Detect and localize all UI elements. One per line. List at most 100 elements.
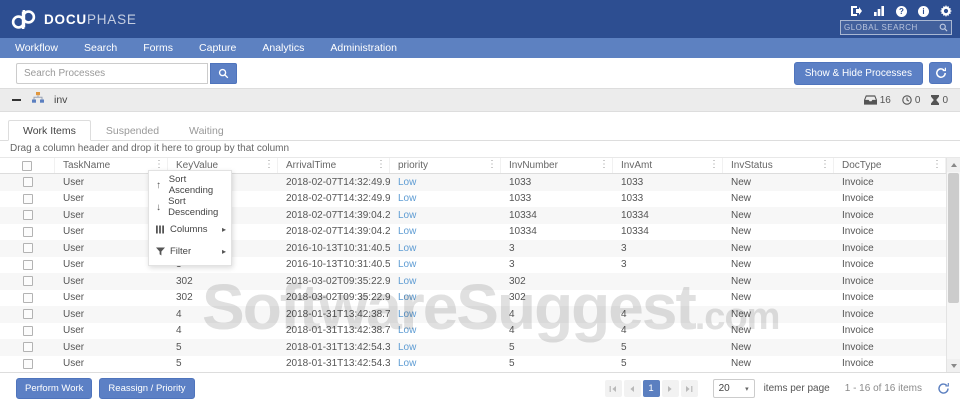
grid-refresh-icon[interactable] bbox=[937, 382, 950, 395]
page-number-button[interactable]: 1 bbox=[642, 380, 660, 397]
cell-priority-link[interactable]: Low bbox=[390, 358, 501, 369]
reassign-priority-button[interactable]: Reassign / Priority bbox=[99, 378, 195, 399]
cell-priority-link[interactable]: Low bbox=[390, 193, 501, 204]
column-menu-icon[interactable]: ⋮ bbox=[154, 159, 164, 170]
cell-invnumber: 1033 bbox=[509, 193, 532, 205]
cell-priority-link[interactable]: Low bbox=[390, 292, 501, 303]
nav-item[interactable]: Workflow bbox=[2, 38, 71, 58]
cell-arrivaltime: 2018-02-07T14:32:49.967 bbox=[286, 193, 390, 205]
cell-priority-link[interactable]: Low bbox=[390, 342, 501, 353]
column-menu-icon[interactable]: ⋮ bbox=[599, 159, 609, 170]
table-row[interactable]: User 2018-02-07T14:32:49.967 Low 1033 10… bbox=[0, 174, 946, 191]
row-checkbox[interactable] bbox=[22, 259, 33, 270]
column-header-label: InvNumber bbox=[509, 160, 558, 171]
select-all-checkbox[interactable] bbox=[22, 160, 32, 171]
table-row[interactable]: User 2016-10-13T10:31:40.583 Low 3 3 New… bbox=[0, 240, 946, 257]
column-menu-icon[interactable]: ⋮ bbox=[376, 159, 386, 170]
show-hide-processes-button[interactable]: Show & Hide Processes bbox=[793, 61, 923, 85]
settings-gear-icon[interactable] bbox=[940, 5, 952, 17]
row-checkbox[interactable] bbox=[22, 243, 33, 254]
column-menu-icon[interactable]: ⋮ bbox=[932, 159, 942, 170]
column-header[interactable]: InvNumber ⋮ bbox=[501, 158, 613, 173]
menu-item-sort-ascending[interactable]: ↑ Sort Ascending bbox=[149, 174, 231, 196]
row-checkbox[interactable] bbox=[22, 226, 33, 237]
nav-item[interactable]: Forms bbox=[130, 38, 186, 58]
process-group-name[interactable]: inv bbox=[54, 94, 67, 106]
tab[interactable]: Suspended bbox=[91, 120, 174, 140]
global-search-input[interactable] bbox=[844, 23, 939, 32]
row-checkbox[interactable] bbox=[22, 309, 33, 320]
column-menu-icon[interactable]: ⋮ bbox=[820, 159, 830, 170]
search-processes-button[interactable] bbox=[210, 62, 237, 84]
row-checkbox[interactable] bbox=[22, 342, 33, 353]
cell-keyvalue: 302 bbox=[176, 275, 193, 287]
vertical-scrollbar[interactable] bbox=[946, 158, 960, 373]
prev-page-icon[interactable] bbox=[623, 380, 641, 397]
next-page-icon[interactable] bbox=[661, 380, 679, 397]
row-checkbox[interactable] bbox=[22, 292, 33, 303]
row-checkbox[interactable] bbox=[22, 210, 33, 221]
cell-priority-link[interactable]: Low bbox=[390, 309, 501, 320]
nav-item[interactable]: Administration bbox=[317, 38, 410, 58]
cell-priority-link[interactable]: Low bbox=[390, 259, 501, 270]
refresh-processes-button[interactable] bbox=[929, 62, 952, 84]
search-icon bbox=[218, 68, 229, 78]
search-processes-input[interactable] bbox=[16, 62, 208, 84]
table-row[interactable]: User 302 2018-03-02T09:35:22.957 Low 302… bbox=[0, 273, 946, 290]
logout-icon[interactable] bbox=[850, 5, 862, 17]
row-checkbox[interactable] bbox=[22, 358, 33, 369]
column-menu-icon[interactable]: ⋮ bbox=[487, 159, 497, 170]
global-search-icon[interactable] bbox=[939, 23, 948, 32]
last-page-icon[interactable] bbox=[680, 380, 698, 397]
scroll-down-icon[interactable] bbox=[947, 359, 960, 373]
help-icon[interactable]: ? bbox=[896, 5, 907, 17]
column-header[interactable]: DocType ⋮ bbox=[834, 158, 946, 173]
sort-ascending-icon: ↑ bbox=[156, 179, 161, 191]
nav-item[interactable]: Capture bbox=[186, 38, 249, 58]
row-checkbox[interactable] bbox=[22, 193, 33, 204]
table-row[interactable]: User 2018-02-07T14:32:49.967 Low 1033 10… bbox=[0, 191, 946, 208]
cell-priority-link[interactable]: Low bbox=[390, 243, 501, 254]
cell-priority-link[interactable]: Low bbox=[390, 177, 501, 188]
cell-priority-link[interactable]: Low bbox=[390, 210, 501, 221]
tab[interactable]: Work Items bbox=[8, 120, 91, 141]
row-checkbox[interactable] bbox=[22, 276, 33, 287]
cell-invnumber: 3 bbox=[509, 242, 515, 254]
column-header[interactable]: ArrivalTime ⋮ bbox=[278, 158, 390, 173]
cell-priority-link[interactable]: Low bbox=[390, 226, 501, 237]
cell-invstatus: New bbox=[731, 193, 752, 205]
info-icon[interactable]: i bbox=[918, 5, 929, 17]
column-header[interactable]: InvStatus ⋮ bbox=[723, 158, 834, 173]
cell-taskname: User bbox=[63, 325, 85, 337]
nav-item[interactable]: Analytics bbox=[249, 38, 317, 58]
column-header[interactable]: priority ⋮ bbox=[390, 158, 501, 173]
column-menu-icon[interactable]: ⋮ bbox=[709, 159, 719, 170]
nav-item[interactable]: Search bbox=[71, 38, 130, 58]
row-checkbox[interactable] bbox=[22, 325, 33, 336]
row-checkbox[interactable] bbox=[22, 177, 33, 188]
cell-priority-link[interactable]: Low bbox=[390, 276, 501, 287]
inbox-icon bbox=[863, 95, 877, 105]
table-row[interactable]: User 302 2018-03-02T09:35:22.957 Low 302… bbox=[0, 290, 946, 307]
table-row[interactable]: User 3 2016-10-13T10:31:40.583 Low 3 3 N… bbox=[0, 257, 946, 274]
table-row[interactable]: User 4 2018-01-31T13:42:38.73 Low 4 4 Ne… bbox=[0, 323, 946, 340]
collapse-group-icon[interactable] bbox=[12, 95, 22, 105]
scroll-up-icon[interactable] bbox=[947, 158, 960, 172]
perform-work-button[interactable]: Perform Work bbox=[16, 378, 93, 399]
table-row[interactable]: User 5 2018-01-31T13:42:54.32 Low 5 5 Ne… bbox=[0, 356, 946, 373]
menu-item-filter[interactable]: Filter ▸ bbox=[149, 240, 231, 262]
column-header[interactable]: InvAmt ⋮ bbox=[613, 158, 723, 173]
table-row[interactable]: User 2018-02-07T14:39:04.247 Low 10334 1… bbox=[0, 207, 946, 224]
tab[interactable]: Waiting bbox=[174, 120, 239, 140]
organization-icon[interactable] bbox=[873, 5, 885, 17]
table-row[interactable]: User 2018-02-07T14:39:04.247 Low 10334 1… bbox=[0, 224, 946, 241]
cell-priority-link[interactable]: Low bbox=[390, 325, 501, 336]
scrollbar-thumb[interactable] bbox=[948, 173, 959, 303]
table-row[interactable]: User 4 2018-01-31T13:42:38.73 Low 4 4 Ne… bbox=[0, 306, 946, 323]
menu-item-columns[interactable]: Columns ▸ bbox=[149, 218, 231, 240]
column-menu-icon[interactable]: ⋮ bbox=[264, 159, 274, 170]
first-page-icon[interactable] bbox=[604, 380, 622, 397]
menu-item-sort-descending[interactable]: ↓ Sort Descending bbox=[149, 196, 231, 218]
page-size-select[interactable]: 20 ▾ bbox=[712, 379, 755, 398]
table-row[interactable]: User 5 2018-01-31T13:42:54.32 Low 5 5 Ne… bbox=[0, 339, 946, 356]
